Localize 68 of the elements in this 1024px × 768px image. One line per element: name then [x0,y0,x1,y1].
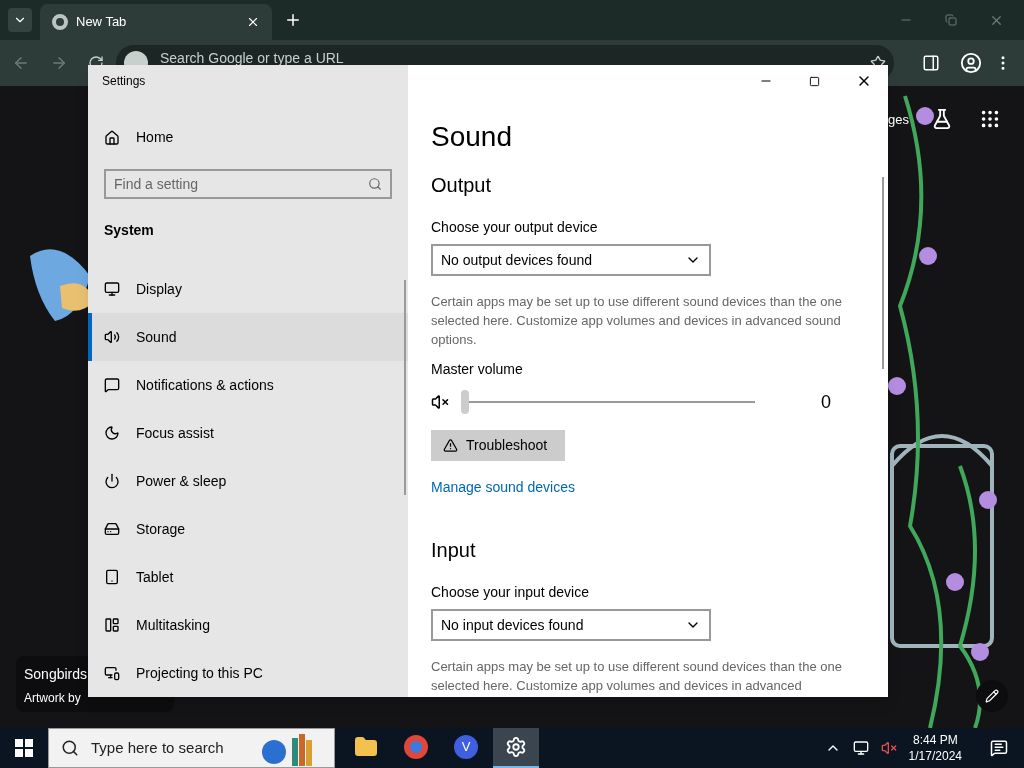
clock[interactable]: 8:44 PM 1/17/2024 [908,732,962,764]
manage-link[interactable]: Manage sound devices [431,477,888,497]
field-label: Choose your output device [431,218,599,237]
search-icon [368,177,382,192]
page-title: Sound [431,120,513,154]
search-icon [61,739,79,757]
taskbar-app[interactable]: V [443,728,489,768]
slider-thumb[interactable] [461,390,469,414]
warning-icon [443,438,458,453]
tab-search-button[interactable] [8,8,32,32]
speaker-icon [104,329,120,345]
message-icon [104,377,120,393]
home-item[interactable]: Home [88,113,408,162]
moon-icon [104,425,120,441]
restore-icon[interactable] [945,14,957,26]
maximize-icon[interactable] [809,75,820,87]
section-heading: Output [431,173,493,198]
sidebar-item[interactable]: Storage [88,505,408,553]
output-device-dropdown[interactable]: No output devices found [431,244,711,276]
chrome-logo-icon [52,14,68,30]
power-icon [104,473,120,489]
sidebar-item[interactable]: Tablet [88,553,408,601]
help-text: Certain apps may be set up to use different sound devices than the one selected here. Customize app volumes and devices in advanced [431,658,843,695]
forward-icon[interactable] [50,54,68,72]
section-heading: Input [431,538,477,563]
side-panel-icon[interactable] [922,54,940,72]
home-icon [104,129,120,146]
troubleshoot-button[interactable]: Troubleshoot [431,430,565,461]
flask-icon[interactable] [931,108,953,130]
profile-icon[interactable] [960,52,982,74]
field-label: Master volume [431,360,524,379]
settings-search-field[interactable]: Find a setting [104,169,392,200]
sidebar-item[interactable]: Sound [88,313,408,361]
notifications-icon[interactable] [990,739,1008,757]
taskbar-search-field[interactable]: Type here to search [48,728,335,768]
sidebar-item[interactable]: Focus assist [88,409,408,457]
volume-reading: 0 [821,390,831,414]
help-text: Certain apps may be set up to use different sound devices than the one selected here. Customize app volumes and devices in advanced sound options. [431,293,843,349]
folder-icon [354,735,378,759]
caption-credit: Artwork by [24,690,81,707]
window-layout-icon [104,617,120,633]
images-link[interactable]: ges [888,110,909,130]
section-heading: System [103,220,155,240]
caption-title: Songbirds [24,665,88,684]
browser-tab[interactable]: New Tab [40,4,272,40]
new-tab-icon[interactable] [284,11,302,29]
sidebar-item[interactable]: Multitasking [88,601,408,649]
tablet-icon [104,569,120,585]
gear-icon [505,736,527,758]
app-logo-icon: V [454,735,478,759]
projector-screen-icon [104,665,120,681]
sidebar-item[interactable]: Notifications & actions [88,361,408,409]
drive-icon [104,521,120,537]
muted-speaker-icon[interactable] [431,393,449,411]
chrome-logo-icon [404,735,428,759]
input-device-dropdown[interactable]: No input devices found [431,609,711,641]
apps-grid-icon[interactable] [979,108,1001,130]
field-label: Choose your input device [431,583,590,602]
network-icon[interactable] [852,740,869,756]
back-icon[interactable] [12,54,30,72]
volume-slider[interactable] [461,390,755,414]
sidebar-item[interactable]: Projecting to this PC [88,649,408,697]
sidebar-item[interactable]: Power & sleep [88,457,408,505]
pencil-icon [985,689,999,703]
monitor-icon [104,281,120,297]
close-icon[interactable] [246,15,260,29]
sidebar-item[interactable]: Display [88,265,408,313]
taskbar-app[interactable] [493,728,539,768]
